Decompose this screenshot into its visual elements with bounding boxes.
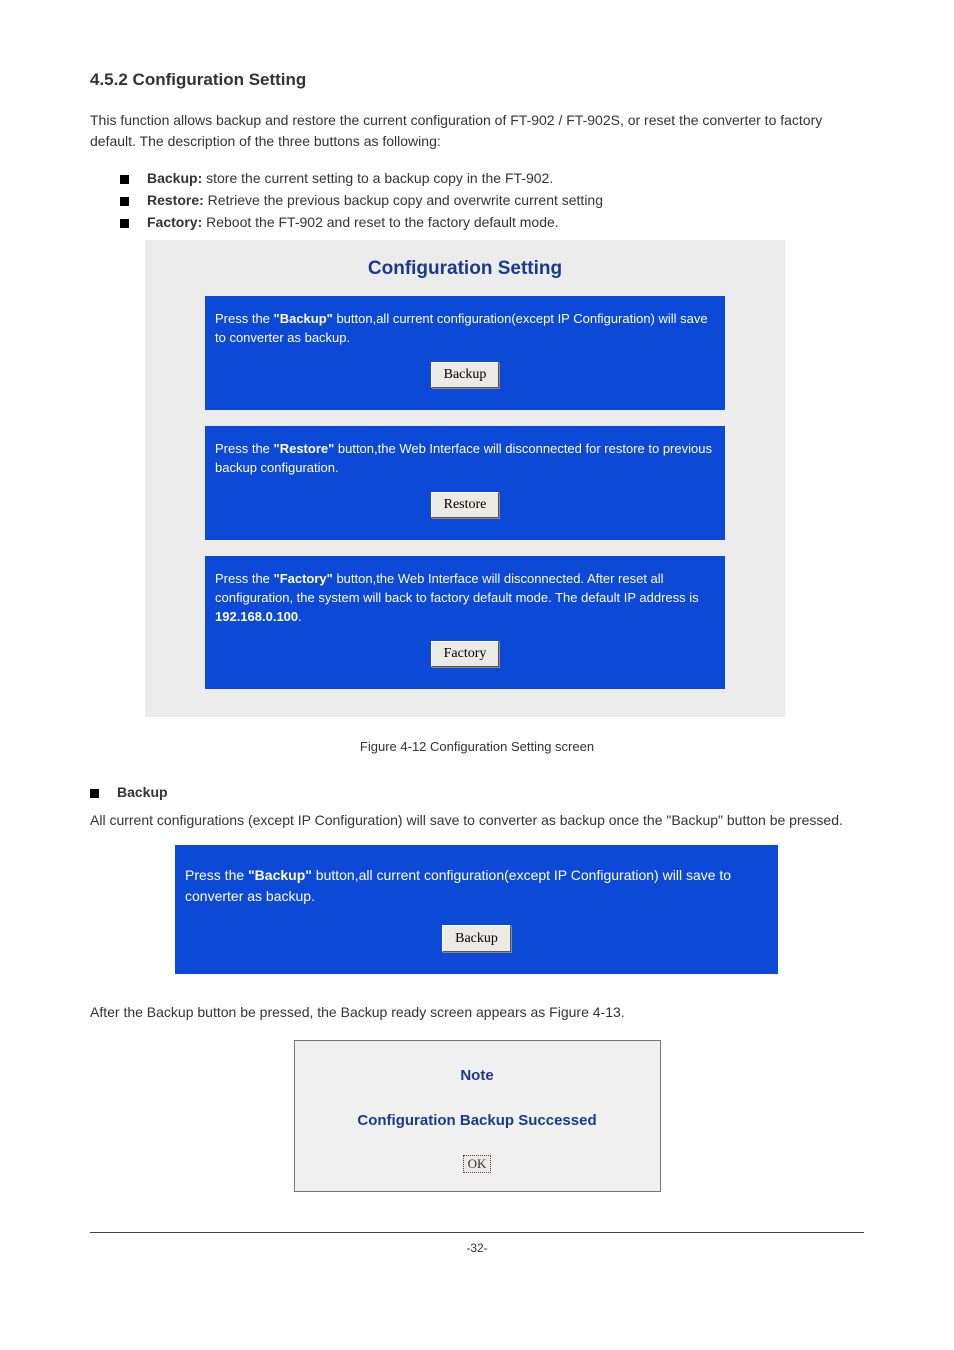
restore-button[interactable]: Restore (431, 492, 500, 518)
bullet-square-icon (120, 219, 129, 228)
restore-block: Press the "Restore" button,the Web Inter… (205, 426, 725, 540)
ok-button[interactable]: OK (463, 1155, 492, 1173)
section-title-text: Configuration Setting (133, 70, 307, 89)
bullet-item-backup: Backup: store the current setting to a b… (120, 170, 864, 186)
panel-title: Configuration Setting (145, 248, 785, 296)
bullet-bold: Restore: (147, 192, 204, 208)
bullet-list: Backup: store the current setting to a b… (120, 170, 864, 230)
block-text-bold: "Factory" (274, 571, 333, 586)
after-backup-text: After the Backup button be pressed, the … (90, 1004, 864, 1020)
section-number: 4.5.2 (90, 70, 128, 89)
bullet-square-icon (120, 175, 129, 184)
intro-text: This function allows backup and restore … (90, 110, 864, 152)
backup-button-wide[interactable]: Backup (442, 925, 511, 952)
block-text-pre: Press the (215, 441, 274, 456)
bullet-text: Retrieve the previous backup copy and ov… (204, 192, 603, 208)
page-number: -32- (90, 1241, 864, 1275)
bullet-bold: Backup: (147, 170, 202, 186)
backup-button[interactable]: Backup (431, 362, 500, 388)
backup-block: Press the "Backup" button,all current co… (205, 296, 725, 410)
block-text-bold2: 192.168.0.100 (215, 609, 298, 624)
bullet-item-restore: Restore: Retrieve the previous backup co… (120, 192, 864, 208)
block-text-pre: Press the (215, 311, 274, 326)
backup-section-bold: Backup (117, 784, 168, 800)
footer-divider (90, 1232, 864, 1233)
block-text-pre: Press the (215, 571, 274, 586)
block-text-pre: Press the (185, 867, 248, 883)
bullet-text: Reboot the FT-902 and reset to the facto… (202, 214, 558, 230)
note-dialog: Note Configuration Backup Successed OK (294, 1040, 661, 1192)
bullet-square-icon (120, 197, 129, 206)
config-setting-panel: Configuration Setting Press the "Backup"… (145, 240, 785, 717)
note-title: Note (295, 1041, 660, 1108)
backup-block-wide: Press the "Backup" button,all current co… (175, 845, 778, 974)
bullet-bold: Factory: (147, 214, 202, 230)
block-text-bold: "Backup" (274, 311, 333, 326)
block-text-bold: "Backup" (248, 867, 312, 883)
factory-button[interactable]: Factory (431, 641, 500, 667)
bullet-item-factory: Factory: Reboot the FT-902 and reset to … (120, 214, 864, 230)
section-heading: 4.5.2 Configuration Setting (90, 70, 864, 90)
figure-caption: Figure 4-12 Configuration Setting screen (90, 739, 864, 754)
bullet-square-icon (90, 789, 99, 798)
factory-block: Press the "Factory" button,the Web Inter… (205, 556, 725, 689)
block-text-post2: . (298, 609, 302, 624)
note-message: Configuration Backup Successed (295, 1108, 660, 1149)
backup-section-text: All current configurations (except IP Co… (90, 810, 864, 831)
block-text-bold: "Restore" (274, 441, 335, 456)
bullet-text: store the current setting to a backup co… (202, 170, 553, 186)
backup-section-bullet: Backup (90, 784, 864, 800)
